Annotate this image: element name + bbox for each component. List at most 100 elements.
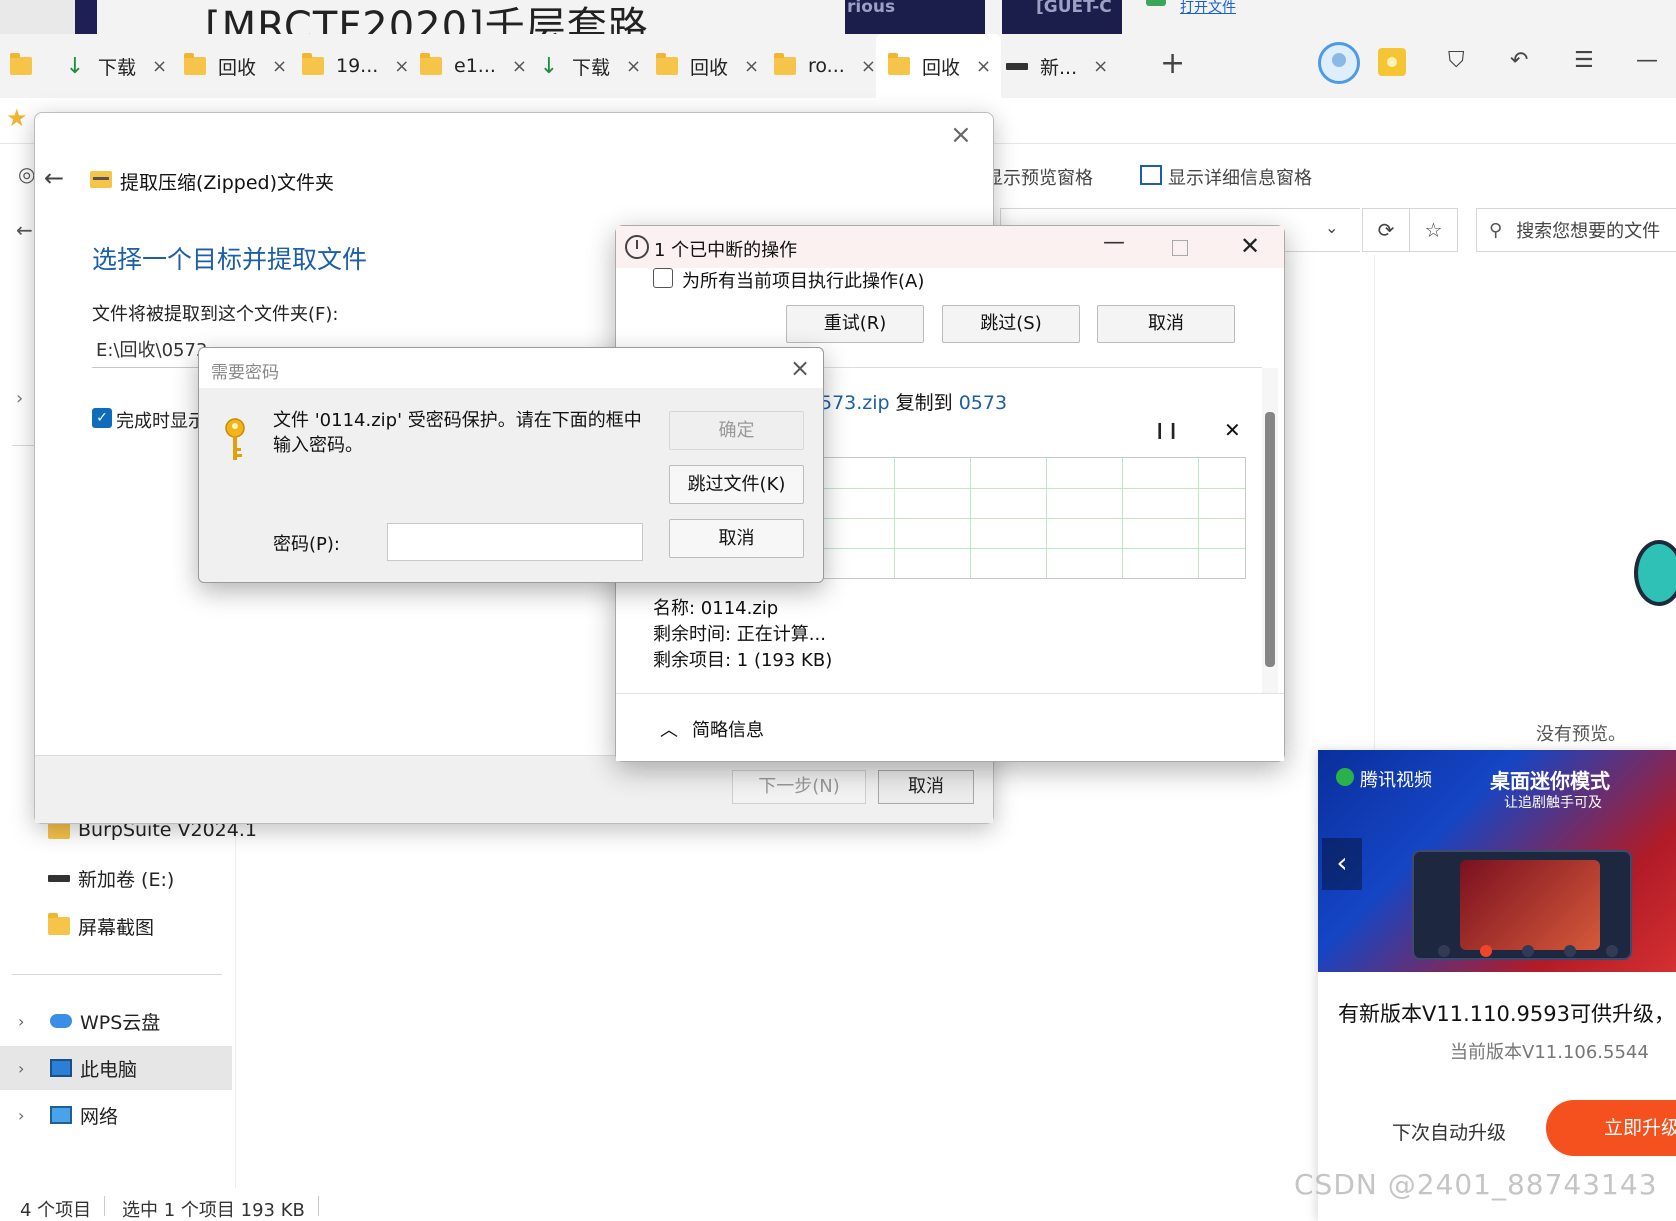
tab-recycle-1[interactable]: 回收 × [178, 34, 293, 98]
close-icon[interactable]: × [744, 56, 759, 77]
tab-folder-19[interactable]: 19... × [296, 34, 415, 98]
pin-button[interactable]: ☆ [1410, 208, 1458, 252]
tab-recycle-2[interactable]: 回收 × [650, 34, 765, 98]
chevron-right-icon[interactable]: › [18, 1059, 40, 1078]
minimize-icon[interactable]: — [1636, 48, 1658, 73]
pause-icon[interactable]: ❙❙ [1153, 420, 1180, 439]
carousel-dot[interactable] [1606, 945, 1618, 957]
nav-item-this-pc[interactable]: › 此电脑 [0, 1046, 232, 1090]
file-name-line: 名称: 0114.zip [653, 598, 779, 619]
new-tab-icon[interactable]: + [1160, 46, 1185, 81]
stop-icon[interactable]: ✕ [1224, 418, 1241, 442]
fewer-details-label: 简略信息 [692, 720, 764, 741]
close-icon[interactable]: × [626, 56, 641, 77]
show-preview-pane-button[interactable]: 显示预览窗格 [985, 164, 1093, 190]
folder-icon [48, 913, 70, 935]
nav-item-network[interactable]: › 网络 [18, 1093, 118, 1137]
watermark: CSDN @2401_88743143 [1294, 1168, 1658, 1201]
key-icon [225, 418, 245, 460]
nav-item-new-volume[interactable]: 新加卷 (E:) [48, 856, 174, 900]
shirt-icon[interactable]: ⛉ [1448, 48, 1465, 73]
back-arrow-icon[interactable]: ← [44, 164, 64, 192]
background-tab-partial[interactable]: rious [845, 0, 985, 34]
tab-label: 19... [336, 55, 379, 77]
upgrade-later-button[interactable]: 下次自动升级 [1392, 1118, 1506, 1145]
apply-to-all-checkbox[interactable] [653, 268, 673, 288]
tab-label: 新... [1040, 56, 1078, 79]
app-badge-icon[interactable] [1378, 48, 1406, 76]
carousel-dot[interactable] [1564, 945, 1576, 957]
nav-item-wps-cloud[interactable]: › WPS云盘 [18, 999, 160, 1043]
close-icon[interactable]: × [976, 56, 991, 77]
retry-button[interactable]: 重试(R) [786, 305, 924, 343]
undo-icon[interactable]: ↶ [1510, 48, 1528, 73]
close-icon[interactable]: × [512, 56, 527, 77]
chevron-down-icon[interactable]: ⌄ [1325, 218, 1338, 237]
chevron-right-icon[interactable]: › [18, 1012, 40, 1031]
show-details-pane-button[interactable]: 显示详细信息窗格 [1168, 164, 1312, 190]
password-field[interactable] [387, 523, 643, 561]
menu-icon[interactable]: ☰ [1574, 48, 1594, 73]
close-icon[interactable]: × [394, 56, 409, 77]
star-icon[interactable]: ★ [6, 104, 28, 132]
carousel-dot[interactable] [1438, 945, 1450, 957]
tab-folder-ro[interactable]: ro... × [768, 34, 882, 98]
back-arrow-icon[interactable]: ← [16, 218, 33, 242]
minimize-icon[interactable]: — [1103, 230, 1125, 255]
maximize-icon[interactable] [1172, 240, 1188, 256]
skip-file-button[interactable]: 跳过文件(K) [669, 465, 804, 504]
status-item-count: 4 个项目 [20, 1200, 92, 1221]
next-button[interactable]: 下一步(N) [732, 770, 866, 804]
computer-icon [50, 1059, 72, 1077]
nav-item-screenshots[interactable]: 屏幕截图 [48, 904, 154, 948]
close-icon[interactable]: × [272, 56, 287, 77]
nav-item-label: WPS云盘 [80, 1011, 161, 1034]
background-tab-partial-2[interactable]: [GUET-C [1002, 0, 1122, 34]
tab-folder-e1[interactable]: e1... × [414, 34, 533, 98]
refresh-button[interactable]: ⟳ [1362, 208, 1410, 252]
mascot-icon[interactable] [1634, 540, 1676, 606]
tab-home-folder[interactable] [10, 34, 44, 98]
tab-download-2[interactable]: ↓ 下载 × [532, 34, 647, 98]
op-cancel-button[interactable]: 取消 [1097, 305, 1235, 343]
current-version-text: 当前版本V11.106.5544 [1450, 1042, 1649, 1063]
tab-download-1[interactable]: ↓ 下载 × [58, 34, 173, 98]
status-divider [318, 1196, 319, 1216]
tab-new-volume[interactable]: 新... × [1000, 34, 1114, 98]
strip-navy-block [75, 0, 97, 34]
close-icon[interactable]: × [1093, 56, 1108, 77]
status-divider [104, 1196, 105, 1216]
upgrade-now-button[interactable]: 立即升级 [1546, 1100, 1676, 1156]
dialog-titlebar [199, 348, 823, 388]
source-link[interactable]: 573.zip [820, 392, 890, 414]
carousel-dot-active[interactable] [1480, 945, 1492, 957]
password-cancel-button[interactable]: 取消 [669, 519, 804, 558]
destination-link[interactable]: 0573 [959, 392, 1007, 414]
close-icon[interactable]: × [861, 56, 876, 77]
chevron-right-icon[interactable]: › [16, 388, 23, 409]
skip-button[interactable]: 跳过(S) [942, 305, 1080, 343]
tencent-video-logo-icon [1336, 768, 1354, 786]
carousel-dot[interactable] [1522, 945, 1534, 957]
close-icon[interactable]: × [950, 120, 972, 150]
carousel-prev-button[interactable]: ‹ [1322, 838, 1362, 890]
show-when-complete-checkbox[interactable]: ✓ [92, 408, 112, 428]
wizard-cancel-button[interactable]: 取消 [878, 770, 974, 804]
scrollbar-thumb[interactable] [1265, 412, 1275, 667]
drive-icon [1006, 57, 1028, 75]
tab-recycle-active[interactable]: 回收 × [876, 34, 1002, 98]
chevron-up-icon: ︿ [660, 720, 678, 741]
close-icon[interactable]: × [152, 56, 167, 77]
eye-icon[interactable]: ◎ [18, 162, 35, 186]
close-icon[interactable]: ✕ [1240, 232, 1260, 260]
nav-item-label: 新加卷 (E:) [78, 868, 175, 891]
search-input[interactable]: ⚲ 搜索您想要的文件 [1476, 208, 1676, 252]
user-avatar[interactable] [1318, 42, 1360, 84]
open-file-link[interactable]: 打开文件 [1180, 0, 1236, 16]
ok-button[interactable]: 确定 [669, 411, 804, 450]
close-icon[interactable]: × [790, 354, 810, 382]
preview-pane [1374, 255, 1676, 755]
fewer-details-toggle[interactable]: ︿ 简略信息 [660, 716, 764, 742]
chevron-right-icon[interactable]: › [18, 1106, 40, 1125]
time-remaining-line: 剩余时间: 正在计算... [653, 624, 826, 645]
